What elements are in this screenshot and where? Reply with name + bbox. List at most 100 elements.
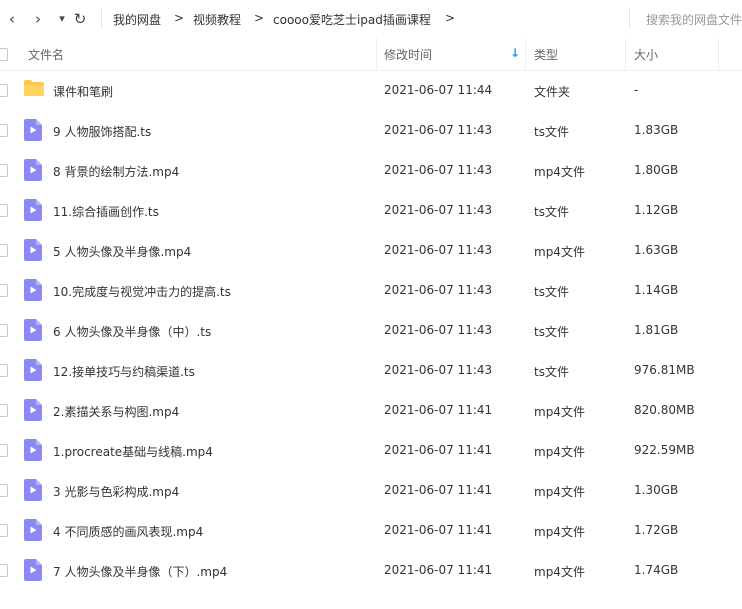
caret-down-icon[interactable]: ▾: [54, 10, 70, 28]
breadcrumb-item-my-drive[interactable]: 我的网盘: [113, 11, 161, 28]
file-name[interactable]: 1.procreate基础与线稿.mp4: [53, 443, 213, 460]
file-size: 1.81GB: [634, 323, 679, 337]
chevron-right-icon[interactable]: ›: [30, 10, 46, 28]
file-row[interactable]: 8 背景的绘制方法.mp4 2021-06-07 11:43 mp4文件 1.8…: [0, 150, 742, 190]
column-header-size[interactable]: 大小: [634, 46, 658, 63]
file-row[interactable]: 6 人物头像及半身像（中）.ts 2021-06-07 11:43 ts文件 1…: [0, 310, 742, 350]
row-checkbox[interactable]: [0, 404, 8, 417]
file-name[interactable]: 课件和笔刷: [53, 83, 113, 100]
file-name[interactable]: 7 人物头像及半身像（下）.mp4: [53, 563, 227, 580]
file-type: mp4文件: [534, 445, 585, 459]
video-file-icon: [24, 319, 42, 344]
row-checkbox[interactable]: [0, 204, 8, 217]
row-checkbox[interactable]: [0, 164, 8, 177]
file-size: 922.59MB: [634, 443, 695, 457]
file-type: 文件夹: [534, 85, 571, 99]
column-header-time[interactable]: 修改时间: [384, 46, 432, 63]
row-checkbox[interactable]: [0, 124, 8, 137]
top-navigation-bar: ‹ › ▾ ↻ 我的网盘 > 视频教程 > coooo爱吃芝士ipad插画课程 …: [0, 0, 742, 38]
file-size: 820.80MB: [634, 403, 695, 417]
video-file-icon: [24, 559, 42, 584]
file-type: ts文件: [534, 285, 569, 299]
file-size: 1.74GB: [634, 563, 679, 577]
file-size: -: [634, 83, 639, 97]
file-row[interactable]: 4 不同质感的画风表现.mp4 2021-06-07 11:41 mp4文件 1…: [0, 510, 742, 550]
select-all-checkbox[interactable]: [0, 48, 8, 61]
file-name[interactable]: 10.完成度与视觉冲击力的提高.ts: [53, 283, 231, 300]
column-divider: [525, 38, 526, 70]
file-size: 1.83GB: [634, 123, 679, 137]
file-row[interactable]: 10.完成度与视觉冲击力的提高.ts 2021-06-07 11:43 ts文件…: [0, 270, 742, 310]
row-checkbox[interactable]: [0, 364, 8, 377]
file-row[interactable]: 9 人物服饰搭配.ts 2021-06-07 11:43 ts文件 1.83GB: [0, 110, 742, 150]
video-file-icon: [24, 399, 42, 424]
row-checkbox[interactable]: [0, 284, 8, 297]
file-size: 1.72GB: [634, 523, 679, 537]
file-type: mp4文件: [534, 565, 585, 579]
chevron-left-icon[interactable]: ‹: [4, 10, 20, 28]
file-row[interactable]: 7 人物头像及半身像（下）.mp4 2021-06-07 11:41 mp4文件…: [0, 550, 742, 590]
search-divider: [629, 9, 630, 29]
file-type: ts文件: [534, 125, 569, 139]
file-modified-time: 2021-06-07 11:44: [384, 83, 493, 97]
search-input[interactable]: 搜索我的网盘文件: [646, 11, 742, 28]
file-modified-time: 2021-06-07 11:41: [384, 403, 493, 417]
file-size: 1.14GB: [634, 283, 679, 297]
refresh-icon[interactable]: ↻: [72, 10, 88, 28]
file-modified-time: 2021-06-07 11:43: [384, 163, 493, 177]
file-type: ts文件: [534, 205, 569, 219]
folder-icon: [24, 79, 44, 100]
breadcrumb-item-course-folder[interactable]: coooo爱吃芝士ipad插画课程: [273, 11, 431, 28]
file-type: mp4文件: [534, 405, 585, 419]
column-divider: [376, 38, 377, 70]
file-name[interactable]: 12.接单技巧与约稿渠道.ts: [53, 363, 195, 380]
column-divider: [625, 38, 626, 70]
file-size: 1.30GB: [634, 483, 679, 497]
row-checkbox[interactable]: [0, 244, 8, 257]
file-size: 976.81MB: [634, 363, 695, 377]
breadcrumb-separator: >: [174, 11, 185, 25]
file-modified-time: 2021-06-07 11:43: [384, 203, 493, 217]
file-name[interactable]: 5 人物头像及半身像.mp4: [53, 243, 191, 260]
file-row[interactable]: 3 光影与色彩构成.mp4 2021-06-07 11:41 mp4文件 1.3…: [0, 470, 742, 510]
breadcrumb-separator: >: [254, 11, 265, 25]
toolbar-divider: [101, 9, 102, 29]
file-name[interactable]: 8 背景的绘制方法.mp4: [53, 163, 179, 180]
row-checkbox[interactable]: [0, 524, 8, 537]
row-checkbox[interactable]: [0, 84, 8, 97]
file-row[interactable]: 课件和笔刷 2021-06-07 11:44 文件夹 -: [0, 70, 742, 110]
file-type: mp4文件: [534, 485, 585, 499]
file-name[interactable]: 2.素描关系与构图.mp4: [53, 403, 179, 420]
sort-arrow-icon[interactable]: ↓: [510, 46, 520, 60]
file-name[interactable]: 4 不同质感的画风表现.mp4: [53, 523, 203, 540]
row-checkbox[interactable]: [0, 564, 8, 577]
file-modified-time: 2021-06-07 11:43: [384, 323, 493, 337]
column-header-name[interactable]: 文件名: [28, 46, 64, 63]
file-type: mp4文件: [534, 525, 585, 539]
row-checkbox[interactable]: [0, 484, 8, 497]
row-checkbox[interactable]: [0, 444, 8, 457]
file-row[interactable]: 1.procreate基础与线稿.mp4 2021-06-07 11:41 mp…: [0, 430, 742, 470]
file-type: mp4文件: [534, 245, 585, 259]
row-checkbox[interactable]: [0, 324, 8, 337]
file-name[interactable]: 3 光影与色彩构成.mp4: [53, 483, 179, 500]
file-modified-time: 2021-06-07 11:43: [384, 363, 493, 377]
video-file-icon: [24, 439, 42, 464]
column-header-type[interactable]: 类型: [534, 46, 558, 63]
video-file-icon: [24, 479, 42, 504]
file-name[interactable]: 9 人物服饰搭配.ts: [53, 123, 151, 140]
file-type: ts文件: [534, 325, 569, 339]
file-modified-time: 2021-06-07 11:43: [384, 243, 493, 257]
file-row[interactable]: 12.接单技巧与约稿渠道.ts 2021-06-07 11:43 ts文件 97…: [0, 350, 742, 390]
file-row[interactable]: 11.综合插画创作.ts 2021-06-07 11:43 ts文件 1.12G…: [0, 190, 742, 230]
file-name[interactable]: 6 人物头像及半身像（中）.ts: [53, 323, 211, 340]
file-name[interactable]: 11.综合插画创作.ts: [53, 203, 159, 220]
breadcrumb-item-video-tutorials[interactable]: 视频教程: [193, 11, 241, 28]
video-file-icon: [24, 519, 42, 544]
file-row[interactable]: 2.素描关系与构图.mp4 2021-06-07 11:41 mp4文件 820…: [0, 390, 742, 430]
video-file-icon: [24, 199, 42, 224]
video-file-icon: [24, 239, 42, 264]
file-modified-time: 2021-06-07 11:41: [384, 443, 493, 457]
video-file-icon: [24, 119, 42, 144]
file-row[interactable]: 5 人物头像及半身像.mp4 2021-06-07 11:43 mp4文件 1.…: [0, 230, 742, 270]
